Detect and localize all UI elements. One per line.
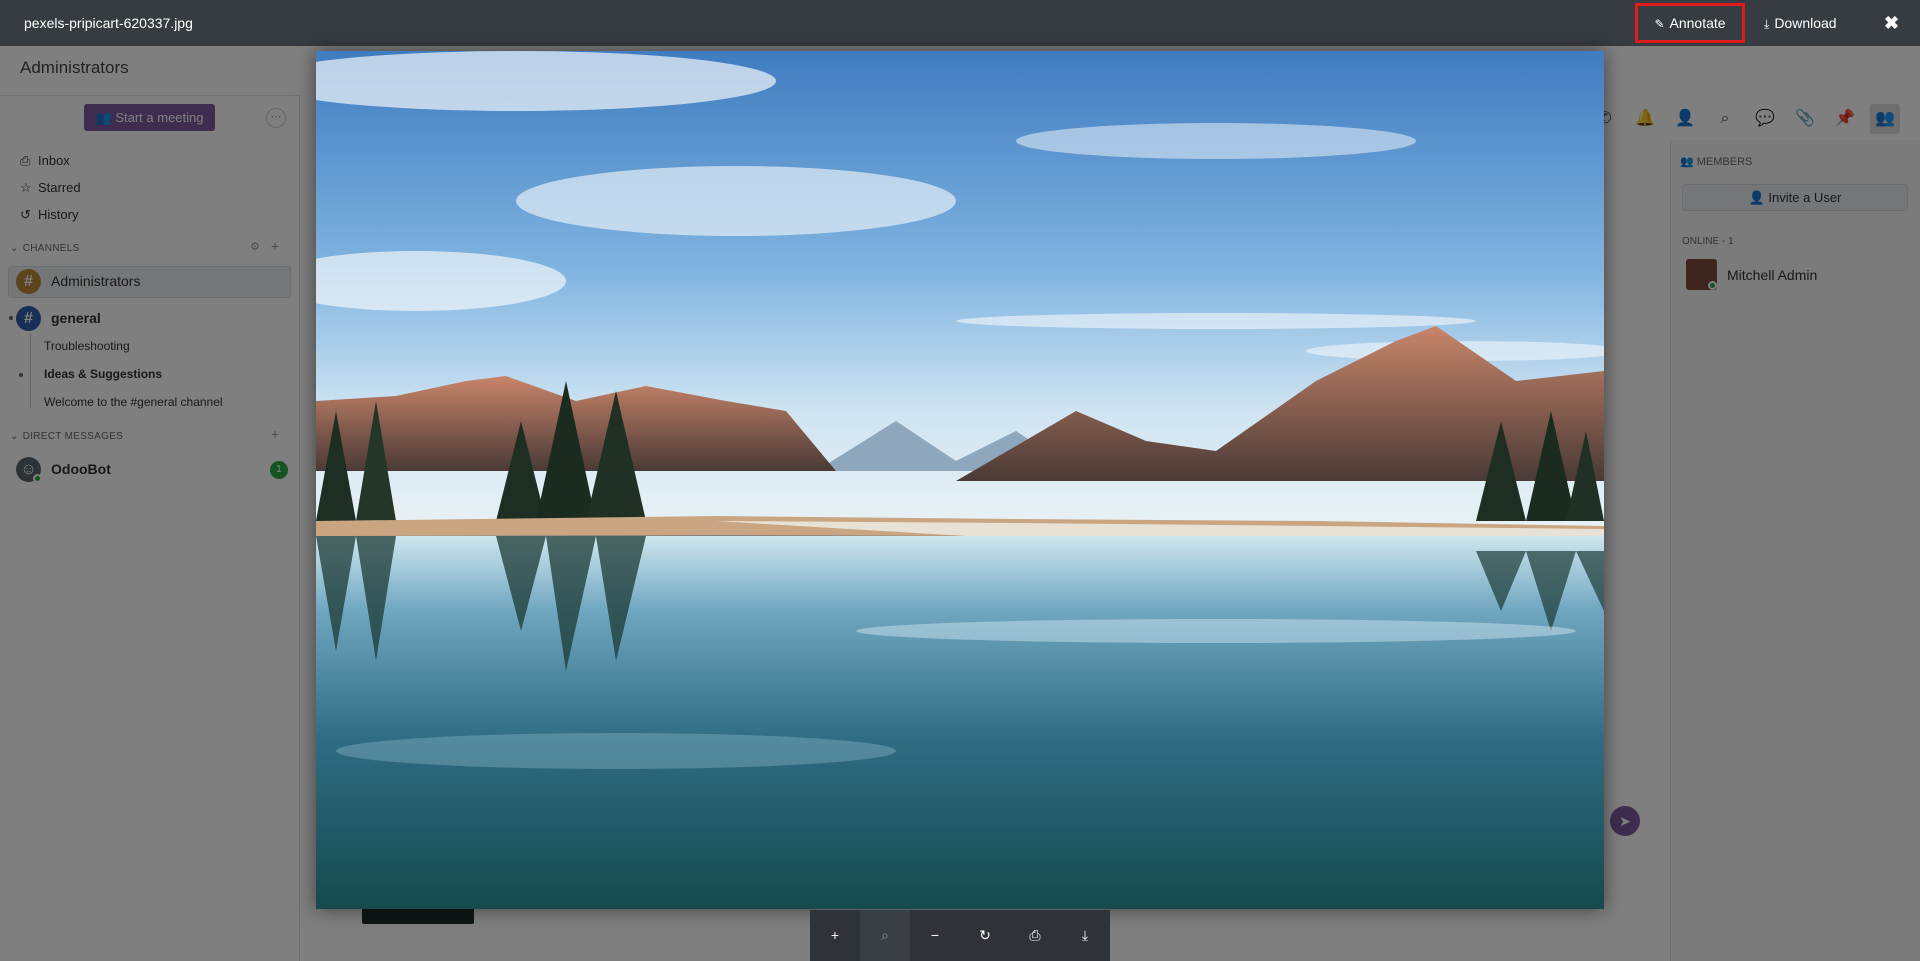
download-icon: ⤓ [1764, 17, 1770, 31]
download-label: Download [1774, 15, 1837, 31]
download-icon[interactable]: ⤓ [1060, 910, 1110, 961]
file-name: pexels-pripicart-620337.jpg [24, 15, 193, 31]
close-icon[interactable]: ✖ [1884, 0, 1899, 46]
print-icon[interactable]: ⎙ [1010, 910, 1060, 961]
zoom-in-icon[interactable]: + [810, 910, 860, 961]
edit-icon: ✎ [1654, 17, 1665, 31]
annotate-button[interactable]: ✎ Annotate [1635, 3, 1745, 43]
viewer-header: pexels-pripicart-620337.jpg ✎ Annotate ⤓ D… [0, 0, 1920, 46]
landscape-image [316, 51, 1604, 909]
rotate-icon[interactable]: ↻ [960, 910, 1010, 961]
download-button[interactable]: ⤓ Download [1764, 0, 1837, 46]
zoom-reset-icon[interactable]: ⌕ [860, 910, 910, 961]
image-toolbar: + ⌕ − ↻ ⎙ ⤓ [810, 910, 1110, 961]
annotate-label: Annotate [1669, 15, 1726, 31]
image-preview[interactable] [316, 51, 1604, 909]
zoom-out-icon[interactable]: − [910, 910, 960, 961]
